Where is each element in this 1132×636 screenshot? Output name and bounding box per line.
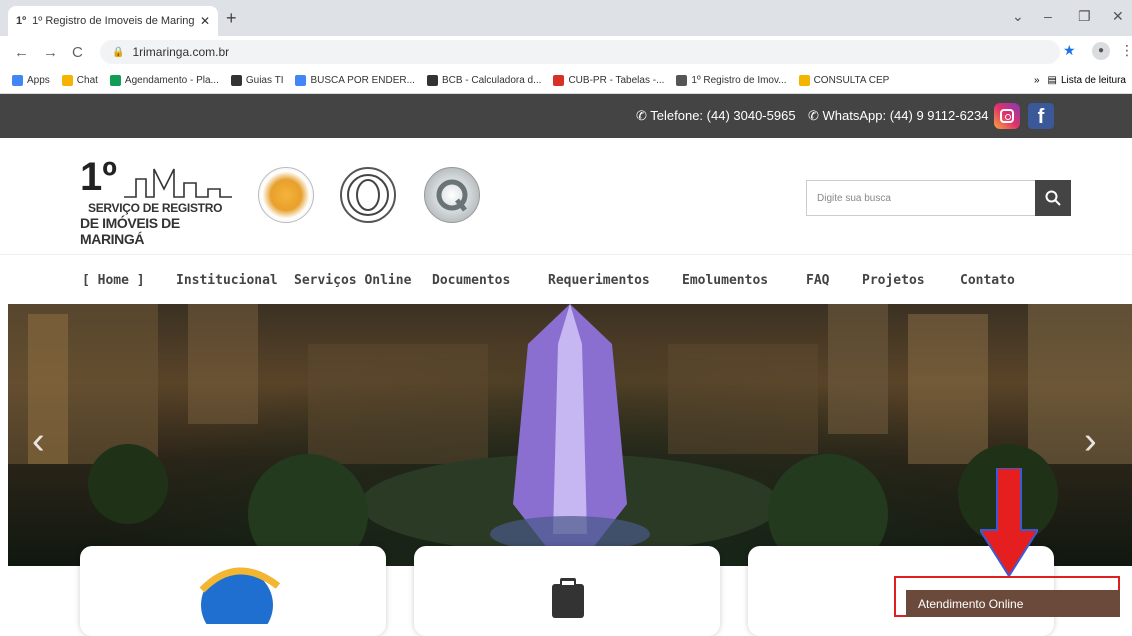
phone-contact[interactable]: ✆ Telefone: (44) 3040-5965 <box>636 108 796 124</box>
reading-list[interactable]: Lista de leitura <box>1061 75 1126 86</box>
site-header: 1º SERVIÇO DE REGISTRO DE IMÓVEIS DE MAR… <box>0 138 1132 254</box>
slider-next-icon[interactable]: › <box>1084 420 1097 463</box>
close-tab-icon[interactable]: ✕ <box>200 14 210 28</box>
menu-contato[interactable]: Contato <box>960 273 1015 288</box>
bookmark-label: Guias TI <box>245 75 284 86</box>
bookmark-favicon-icon <box>426 75 438 86</box>
clipboard-icon <box>552 578 584 618</box>
bookmark-item[interactable]: BCB - Calculadora d... <box>426 75 542 86</box>
bookmark-item[interactable]: Guias TI <box>230 75 284 86</box>
menu-faq[interactable]: FAQ <box>806 273 829 288</box>
menu-emolumentos[interactable]: Emolumentos <box>682 273 768 288</box>
profile-icon[interactable]: ● <box>1092 42 1110 60</box>
online-chat-button[interactable]: Atendimento Online <box>906 590 1120 617</box>
bookmark-item[interactable]: Agendamento - Pla... <box>109 75 219 86</box>
abnt-seal-icon <box>340 167 396 223</box>
service-card-1[interactable] <box>80 546 386 636</box>
back-icon[interactable]: ← <box>14 44 29 61</box>
site-favicon: 1º <box>16 15 27 27</box>
browser-tab[interactable]: 1º 1º Registro de Imoveis de Maring ✕ <box>8 6 218 36</box>
red-annotation-arrow <box>980 468 1038 576</box>
bookmarks-overflow: » ▤ Lista de leitura <box>1034 75 1126 86</box>
site-logo[interactable]: 1º SERVIÇO DE REGISTRO DE IMÓVEIS DE MAR… <box>80 155 232 247</box>
tab-title: 1º Registro de Imoveis de Maring <box>32 15 194 27</box>
contact-bar: ✆ Telefone: (44) 3040-5965 ✆ WhatsApp: (… <box>0 94 1132 138</box>
bookmarks-bar: Apps Chat Agendamento - Pla... Guias TI BUSC… <box>0 68 1132 94</box>
url-text: 1rimaringa.com.br <box>132 45 230 59</box>
logo-skyline-icon <box>124 168 232 198</box>
bookmark-label: CUB-PR - Tabelas -... <box>568 75 665 86</box>
menu-requerimentos[interactable]: Requerimentos <box>548 273 650 288</box>
more-bookmarks-icon[interactable]: » <box>1034 75 1040 86</box>
search-icon <box>1045 190 1061 206</box>
maximize-icon[interactable]: ❐ <box>1078 8 1091 25</box>
bookmark-item[interactable]: Apps <box>12 75 50 86</box>
logo-number: 1º <box>80 155 117 199</box>
bookmark-label: BCB - Calculadora d... <box>441 75 542 86</box>
bookmark-label: 1º Registro de Imov... <box>691 75 787 86</box>
whatsapp-text: WhatsApp: (44) 9 9112-6234 <box>822 108 989 123</box>
globe-icon <box>199 567 281 624</box>
logo-line-2: DE IMÓVEIS DE MARINGÁ <box>80 215 180 247</box>
bookmark-label: Agendamento - Pla... <box>124 75 219 86</box>
city-night-illustration <box>8 304 1132 566</box>
bookmark-item[interactable]: CUB-PR - Tabelas -... <box>553 75 664 86</box>
service-card-2[interactable] <box>414 546 720 636</box>
phone-text: Telefone: (44) 3040-5965 <box>650 108 796 123</box>
instagram-icon[interactable] <box>994 103 1020 129</box>
address-bar-row: ← → C 🔒 1rimaringa.com.br <box>0 36 1132 68</box>
forward-icon[interactable]: → <box>43 44 58 61</box>
menu-documentos[interactable]: Documentos <box>432 273 510 288</box>
menu-servicos-online[interactable]: Serviços Online <box>294 273 411 288</box>
minimize-icon[interactable]: – <box>1044 8 1052 24</box>
bookmark-label: BUSCA POR ENDER... <box>310 75 415 86</box>
bookmark-item[interactable]: BUSCA POR ENDER... <box>295 75 415 86</box>
bookmark-label: CONSULTA CEP <box>813 75 890 86</box>
menu-projetos[interactable]: Projetos <box>862 273 925 288</box>
url-field[interactable]: 🔒 1rimaringa.com.br <box>100 40 1060 64</box>
logo-line-1: SERVIÇO DE REGISTRO <box>88 201 223 215</box>
hero-slider-image <box>8 304 1132 566</box>
bookmark-item[interactable]: 1º Registro de Imov... <box>676 75 787 86</box>
slider-prev-icon[interactable]: ‹ <box>32 420 45 463</box>
bookmark-item[interactable]: Chat <box>61 75 98 86</box>
whatsapp-contact[interactable]: ✆ WhatsApp: (44) 9 9112-6234 <box>808 108 989 124</box>
new-tab-button[interactable]: + <box>226 8 237 29</box>
reading-list-icon[interactable]: ▤ <box>1048 75 1057 86</box>
bookmark-item[interactable]: CONSULTA CEP <box>798 75 890 86</box>
bookmark-favicon-icon <box>109 75 121 86</box>
search-button[interactable] <box>1035 180 1071 216</box>
bookmark-label: Apps <box>27 75 50 86</box>
browser-menu-icon[interactable]: ⋮ <box>1120 42 1132 59</box>
reload-icon[interactable]: C <box>72 44 83 61</box>
browser-tabstrip: 1º 1º Registro de Imoveis de Maring ✕ + … <box>0 0 1132 36</box>
bookmark-favicon-icon <box>676 75 688 86</box>
bookmark-favicon-icon <box>12 75 23 86</box>
lock-icon[interactable]: 🔒 <box>112 47 124 58</box>
bookmark-star-icon[interactable]: ★ <box>1063 42 1076 59</box>
search-input[interactable]: Digite sua busca <box>806 180 1038 216</box>
bookmark-favicon-icon <box>61 75 73 86</box>
bookmark-favicon-icon <box>295 75 307 86</box>
quality-seal-icon <box>424 167 480 223</box>
menu-home[interactable]: [ Home ] <box>82 273 145 288</box>
window-close-icon[interactable]: ✕ <box>1112 8 1124 25</box>
menu-institucional[interactable]: Institucional <box>176 273 278 288</box>
social-responsibility-seal-icon <box>258 167 314 223</box>
bookmark-favicon-icon <box>798 75 810 86</box>
bookmark-label: Chat <box>76 75 98 86</box>
facebook-icon[interactable]: f <box>1028 103 1054 129</box>
bookmark-favicon-icon <box>230 75 242 86</box>
tab-search-icon[interactable]: ⌄ <box>1012 8 1024 25</box>
bookmark-favicon-icon <box>553 75 565 86</box>
main-menu: [ Home ] Institucional Serviços Online D… <box>0 254 1132 304</box>
